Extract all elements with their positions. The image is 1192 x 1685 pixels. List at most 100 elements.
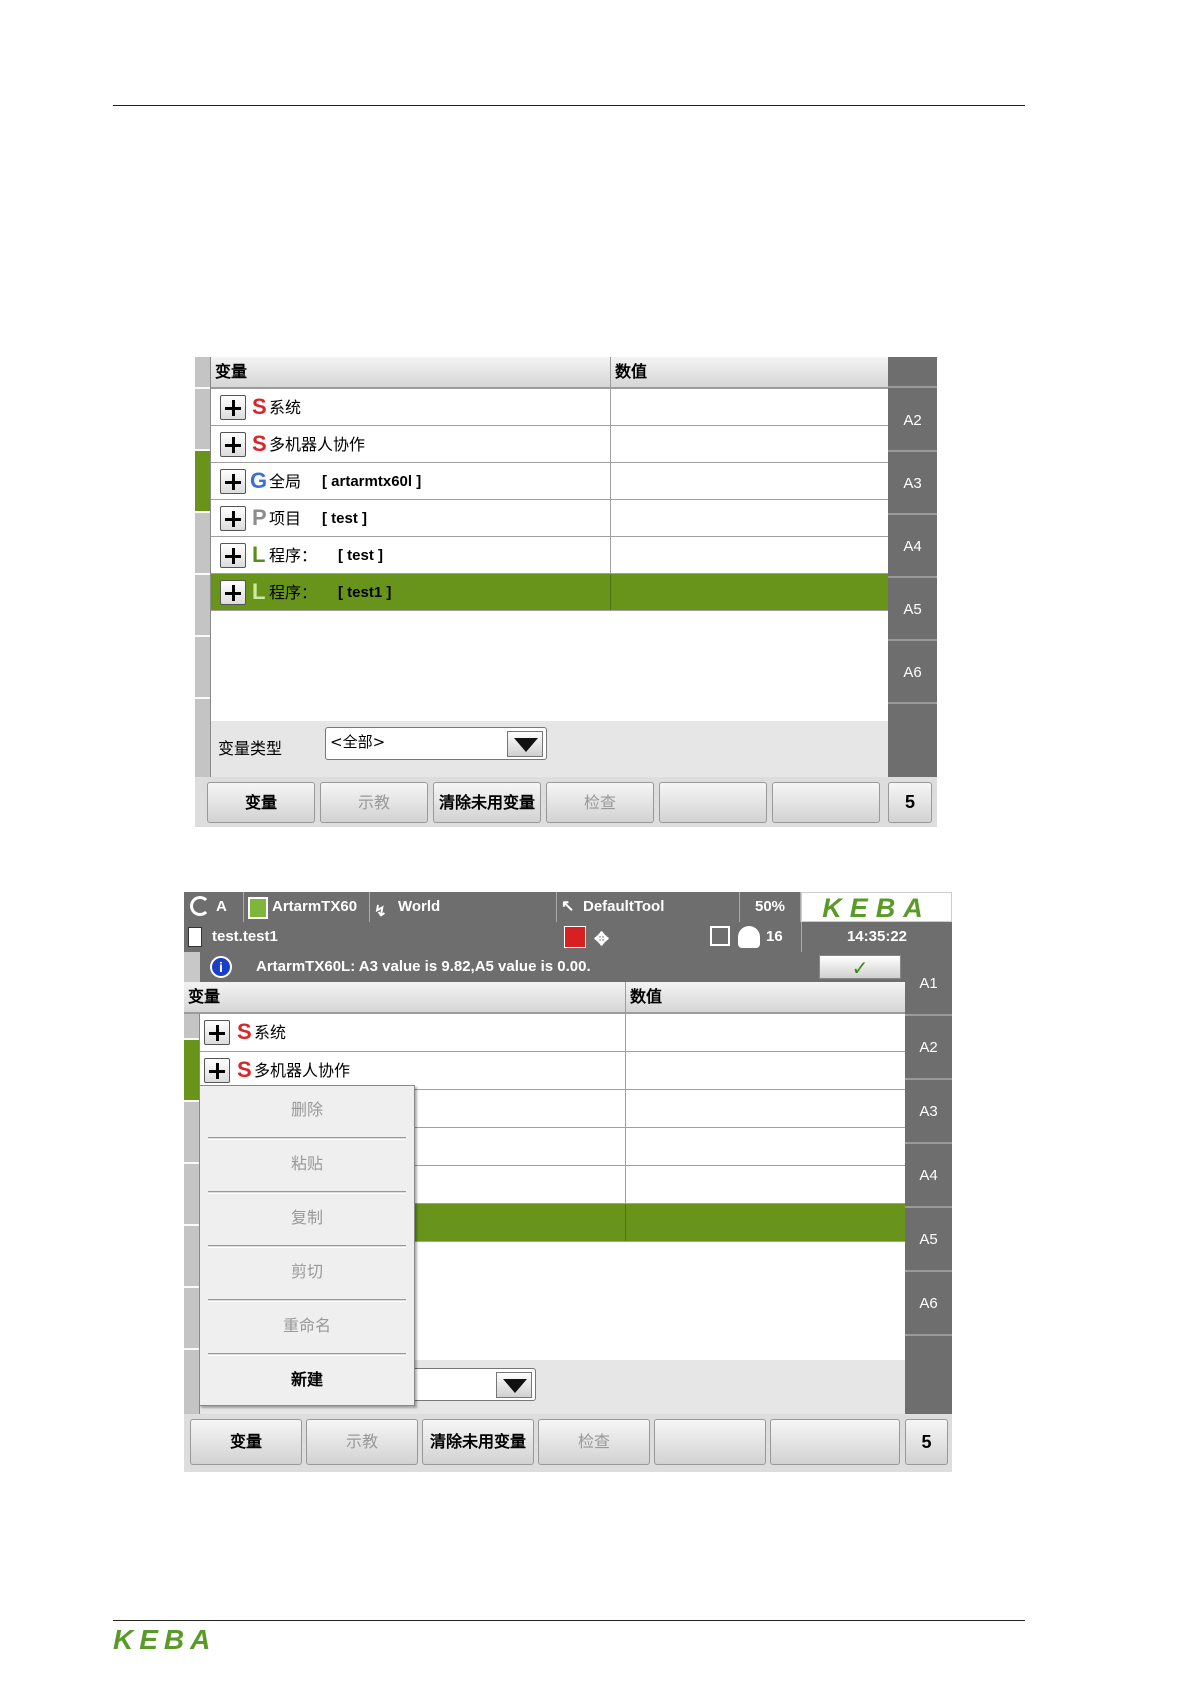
tree-row-program-test[interactable]: L 程序： [ test ] xyxy=(211,537,888,574)
tree-row-project[interactable]: P 项目 [ test ] xyxy=(211,500,888,537)
tree-row-label: 系统 xyxy=(269,398,302,417)
count-label: 16 xyxy=(766,928,783,945)
tree-row-system[interactable]: S 系统 xyxy=(200,1014,905,1052)
time-label: 14:35:22 xyxy=(801,922,952,952)
tree-row-global[interactable]: G 全局 [ artarmtx60l ] xyxy=(211,463,888,500)
column-header-value[interactable]: 数值 xyxy=(610,357,888,389)
info-icon: i xyxy=(210,956,232,978)
tree-row-detail: [ test1 ] xyxy=(338,584,392,601)
robot-cell[interactable]: ArtarmTX60 xyxy=(244,892,370,922)
tree-row-label: 多机器人协作 xyxy=(254,1061,351,1080)
softkey-clear-unused[interactable]: 清除未用变量 xyxy=(433,782,541,823)
left-strip xyxy=(195,357,211,777)
axis-button-a4[interactable]: A4 xyxy=(888,515,937,578)
column-header-variable[interactable]: 变量 xyxy=(184,982,625,1014)
menu-item-copy[interactable]: 复制 xyxy=(200,1194,414,1248)
scope-letter-icon: L xyxy=(252,542,266,567)
axis-button-a6[interactable]: A6 xyxy=(905,1272,952,1336)
chevron-down-icon[interactable] xyxy=(507,731,543,757)
expand-icon[interactable] xyxy=(220,543,246,568)
tree-row-multirobot[interactable]: S 多机器人协作 xyxy=(211,426,888,463)
expand-icon[interactable] xyxy=(220,580,246,605)
tree-row-detail: [ test ] xyxy=(338,547,383,564)
softkey-variables[interactable]: 变量 xyxy=(190,1419,302,1465)
axis-button-a6[interactable]: A6 xyxy=(888,641,937,704)
menu-item-delete[interactable]: 删除 xyxy=(200,1086,414,1140)
axis-button-a3[interactable]: A3 xyxy=(888,452,937,515)
tool-icon: ↖ xyxy=(561,898,575,915)
keba-logo-box: KEBA xyxy=(801,892,952,923)
menu-item-rename[interactable]: 重命名 xyxy=(200,1302,414,1356)
tree-row-detail: [ artarmtx60l ] xyxy=(322,473,422,490)
axis-bar: A1 A2 A3 A4 A5 A6 xyxy=(905,952,952,1414)
softkey-page[interactable]: 5 xyxy=(905,1419,948,1465)
expand-icon[interactable] xyxy=(220,395,246,420)
softkey-teach[interactable]: 示教 xyxy=(320,782,428,823)
chevron-down-icon[interactable] xyxy=(496,1372,532,1398)
axis-button-a1[interactable]: A1 xyxy=(905,952,952,1016)
tree-row-system[interactable]: S 系统 xyxy=(211,389,888,426)
axis-button-a2[interactable]: A2 xyxy=(888,389,937,452)
axis-button-a5[interactable]: A5 xyxy=(888,578,937,641)
tree-row-detail: [ test ] xyxy=(322,510,367,527)
axis-button-a5[interactable]: A5 xyxy=(905,1208,952,1272)
status-bar-bottom: test.test1 ✥ 16 14:35:22 xyxy=(184,922,952,952)
softkey-empty-1[interactable] xyxy=(659,782,767,823)
override-label: 50% xyxy=(754,898,786,915)
menu-item-paste[interactable]: 粘贴 xyxy=(200,1140,414,1194)
tool-cell[interactable]: ↖ DefaultTool xyxy=(557,892,740,922)
coordinate-label: World xyxy=(398,898,441,915)
context-menu: 删除 粘贴 复制 剪切 重命名 新建 xyxy=(199,1085,415,1406)
cycle-icon xyxy=(190,896,210,916)
softkey-teach[interactable]: 示教 xyxy=(306,1419,418,1465)
softkey-empty-2[interactable] xyxy=(772,782,880,823)
axis-button-a1[interactable]: A1 xyxy=(888,357,937,388)
tree-row-program-test1[interactable]: L 程序： [ test1 ] xyxy=(211,574,888,611)
override-cell[interactable]: 50% xyxy=(740,892,801,922)
expand-icon[interactable] xyxy=(204,1058,230,1083)
softkey-check[interactable]: 检查 xyxy=(546,782,654,823)
tree-row-label: 多机器人协作 xyxy=(269,435,366,454)
expand-icon[interactable] xyxy=(204,1020,230,1045)
header-rule xyxy=(113,105,1025,106)
menu-item-cut[interactable]: 剪切 xyxy=(200,1248,414,1302)
expand-icon[interactable] xyxy=(220,469,246,494)
column-header-variable[interactable]: 变量 xyxy=(211,357,610,389)
expand-icon[interactable] xyxy=(220,506,246,531)
coordinate-cell[interactable]: ↯ World xyxy=(370,892,557,922)
column-header-value[interactable]: 数值 xyxy=(625,982,905,1014)
scope-letter-icon: S xyxy=(252,394,267,419)
message-ok-button[interactable]: ✓ xyxy=(819,955,901,980)
left-strip xyxy=(184,982,200,1414)
tree-row-label: 项目 xyxy=(269,509,302,528)
axis-button-a4[interactable]: A4 xyxy=(905,1144,952,1208)
axis-button-a3[interactable]: A3 xyxy=(905,1080,952,1144)
softkey-bar: 变量 示教 清除未用变量 检查 5 xyxy=(195,777,937,827)
robot-icon xyxy=(248,897,268,919)
softkey-page[interactable]: 5 xyxy=(888,782,932,823)
menu-item-label: 剪切 xyxy=(290,1262,323,1281)
softkey-empty-1[interactable] xyxy=(654,1419,766,1465)
menu-item-label: 重命名 xyxy=(282,1316,331,1335)
variables-screen-1: 变量 数值 S 系统 S 多机器人协作 G 全局 [ artarmtx60l ]… xyxy=(195,357,937,827)
tree-row-label: 程序： xyxy=(269,546,318,565)
expand-icon[interactable] xyxy=(220,432,246,457)
menu-item-new[interactable]: 新建 xyxy=(200,1356,414,1410)
softkey-check[interactable]: 检查 xyxy=(538,1419,650,1465)
tree-row-label: 程序： xyxy=(269,583,318,602)
filter-label: 变量类型 xyxy=(218,739,283,758)
move-icon: ✥ xyxy=(594,929,610,949)
softkey-empty-2[interactable] xyxy=(770,1419,900,1465)
mode-label: A xyxy=(216,898,227,915)
mode-cell[interactable]: A xyxy=(184,892,244,922)
softkey-clear-unused[interactable]: 清除未用变量 xyxy=(422,1419,534,1465)
variable-type-dropdown[interactable]: <全部> xyxy=(325,727,547,760)
footer-rule xyxy=(113,1620,1025,1621)
tree-row-label: 系统 xyxy=(254,1023,287,1042)
tool-label: DefaultTool xyxy=(583,898,665,915)
axis-button-a2[interactable]: A2 xyxy=(905,1016,952,1080)
scope-letter-icon: S xyxy=(237,1057,252,1082)
softkey-variables[interactable]: 变量 xyxy=(207,782,315,823)
scope-letter-icon: L xyxy=(252,579,266,604)
stop-icon xyxy=(564,926,586,948)
